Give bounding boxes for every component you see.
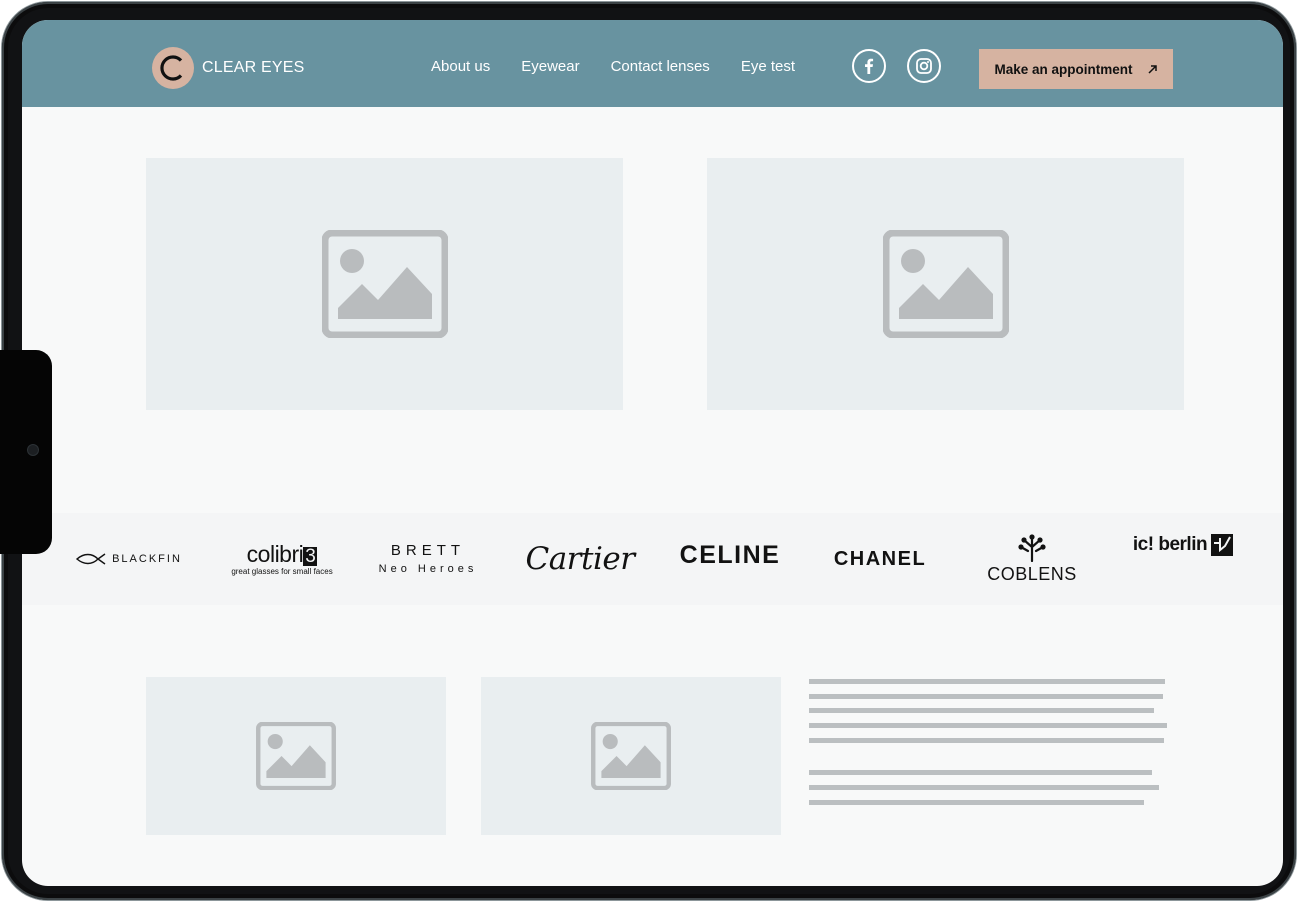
text-placeholder-line — [809, 694, 1163, 699]
make-appointment-label: Make an appointment — [994, 61, 1133, 77]
instagram-icon — [916, 58, 932, 74]
brand-brett[interactable]: BRETT Neo Heroes — [372, 513, 484, 605]
coblens-tree-icon — [1018, 533, 1046, 562]
brand-logo-strip: BLACKFIN colibri 3 great glasses for smal… — [22, 513, 1283, 605]
make-appointment-button[interactable]: Make an appointment — [979, 49, 1173, 89]
facebook-icon — [865, 58, 874, 74]
brand-blackfin-name: BLACKFIN — [112, 553, 182, 565]
content-image-placeholder-1 — [146, 677, 446, 835]
image-placeholder-icon — [882, 230, 1009, 338]
brand-brett-name: BRETT — [390, 542, 466, 559]
ic-berlin-square-icon — [1211, 534, 1234, 556]
text-placeholder-line — [809, 800, 1144, 805]
image-placeholder-icon — [256, 722, 336, 790]
text-placeholder-line — [809, 785, 1159, 790]
site-header: CLEAR EYES About us Eyewear Contact lens… — [22, 20, 1283, 107]
brand-chanel[interactable]: CHANEL — [822, 513, 938, 605]
image-placeholder-icon — [591, 722, 671, 790]
text-placeholder-block — [809, 677, 1169, 807]
logo-c-icon — [160, 55, 183, 81]
tablet-side-notch — [0, 350, 52, 554]
brand-chanel-name: CHANEL — [833, 547, 927, 570]
brand-colibri[interactable]: colibri 3 great glasses for small faces — [222, 513, 342, 605]
hero-image-placeholder-2 — [707, 158, 1184, 410]
arrow-up-right-icon — [1147, 64, 1157, 74]
text-placeholder-line — [809, 708, 1154, 713]
facebook-button[interactable] — [852, 49, 886, 83]
brand-cartier[interactable]: Cartier — [520, 513, 640, 605]
brand-colibri-badge: 3 — [303, 545, 318, 567]
text-placeholder-line — [809, 679, 1165, 684]
text-placeholder-line — [809, 738, 1164, 743]
nav-item-about-us[interactable]: About us — [431, 58, 490, 75]
nav-item-eyewear[interactable]: Eyewear — [521, 58, 579, 75]
brand-coblens[interactable]: COBLENS — [980, 513, 1084, 605]
brand-celine-name: CELINE — [679, 540, 781, 569]
logo-text: CLEAR EYES — [202, 59, 305, 76]
brand-colibri-name: colibri — [246, 540, 304, 567]
brand-ic-berlin[interactable]: ic! berlin — [1128, 499, 1238, 591]
brand-cartier-name: Cartier — [525, 541, 635, 577]
brand-blackfin[interactable]: BLACKFIN — [74, 513, 184, 605]
fish-icon — [76, 553, 106, 565]
nav-item-eye-test[interactable]: Eye test — [741, 58, 795, 75]
logo[interactable]: CLEAR EYES — [152, 47, 304, 89]
brand-ic-berlin-name: ic! berlin — [1132, 534, 1208, 555]
brand-celine[interactable]: CELINE — [674, 513, 786, 605]
content-image-placeholder-2 — [481, 677, 781, 835]
image-placeholder-icon — [321, 230, 448, 338]
brand-colibri-tagline: great glasses for small faces — [231, 566, 333, 576]
nav-item-contact-lenses[interactable]: Contact lenses — [611, 58, 710, 75]
camera-icon — [28, 445, 38, 455]
text-placeholder-line — [809, 723, 1167, 728]
logo-mark — [152, 47, 194, 89]
instagram-button[interactable] — [907, 49, 941, 83]
tablet-screen: CLEAR EYES About us Eyewear Contact lens… — [22, 20, 1283, 886]
brand-brett-tagline: Neo Heroes — [378, 563, 478, 575]
brand-colibri-wordmark: colibri 3 — [246, 540, 318, 567]
brand-coblens-name: COBLENS — [987, 563, 1077, 584]
main-nav: About us Eyewear Contact lenses Eye test — [431, 58, 795, 75]
hero-image-placeholder-1 — [146, 158, 623, 410]
text-placeholder-line — [809, 770, 1152, 775]
